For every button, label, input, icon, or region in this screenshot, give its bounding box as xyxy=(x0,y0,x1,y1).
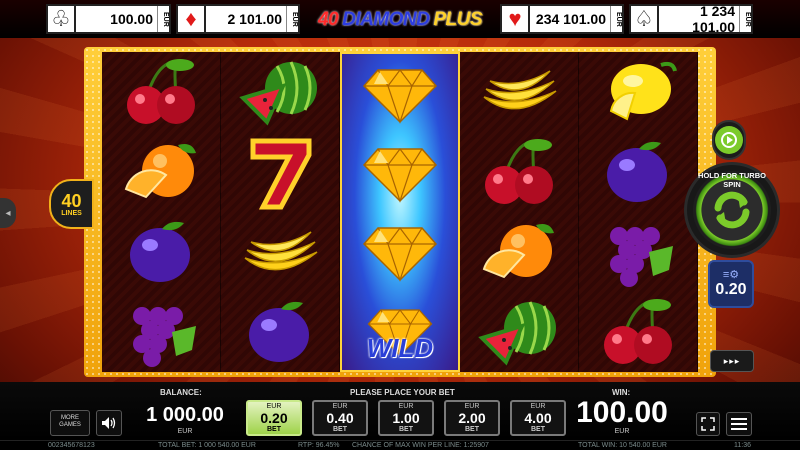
balance-value: 1 000.00 xyxy=(146,404,224,426)
lines-label: LINES xyxy=(61,209,82,217)
bet-label: BET xyxy=(531,425,545,433)
jackpot-hearts-value: 234 101.00 xyxy=(535,11,606,27)
diamonds-icon: ♦ xyxy=(178,6,206,32)
symbol-orange xyxy=(460,212,578,292)
menu-button[interactable] xyxy=(726,412,752,436)
bet-option-0.20[interactable]: EUR 0.20 BET xyxy=(246,400,302,436)
symbol-diamond xyxy=(342,54,457,133)
symbol-grapes xyxy=(579,212,697,292)
symbol-cherry xyxy=(579,292,697,372)
bet-label: BET xyxy=(333,425,347,433)
bet-option-0.40[interactable]: EUR 0.40 BET xyxy=(312,400,368,436)
sound-button[interactable] xyxy=(96,410,122,436)
wild-label: WILD xyxy=(366,333,434,363)
hamburger-icon xyxy=(731,418,747,420)
balance-currency: EUR xyxy=(177,428,193,435)
fast-forward-button[interactable]: ▸▸▸ xyxy=(710,350,754,372)
speaker-icon xyxy=(102,417,116,429)
clock: 11:36 xyxy=(734,442,751,449)
bet-selector: EUR 0.20 BET EUR 0.40 BET EUR 1.00 BET EUR 2.00 BET… xyxy=(246,400,566,436)
reel-2 xyxy=(221,52,341,372)
more-games-button[interactable]: MORE GAMES xyxy=(50,410,90,436)
symbol-banana xyxy=(460,52,578,132)
jackpot-clubs-value: 100.00 xyxy=(110,11,153,27)
bet-option-1.00[interactable]: EUR 1.00 BET xyxy=(378,400,434,436)
bet-label: BET xyxy=(399,425,413,433)
symbol-grapes xyxy=(102,292,220,372)
session-id: 002345678123 xyxy=(48,442,95,449)
reels-area: WILD xyxy=(102,52,698,372)
rtp: RTP: 96.45% xyxy=(298,442,340,449)
total-bet: TOTAL BET: 1 000 540.00 EUR xyxy=(158,442,256,449)
logo-plus: PLUS xyxy=(433,9,483,30)
jackpot-hearts: ♥ 234 101.00 EUR xyxy=(500,4,624,34)
more-games-label: MORE GAMES xyxy=(59,415,81,428)
clubs-icon: ♧ xyxy=(48,6,76,32)
bet-value: 0.20 xyxy=(260,409,288,426)
balance-label: BALANCE: xyxy=(160,388,202,397)
reel-1 xyxy=(102,52,222,372)
coins-gear-icon: ≡⚙ xyxy=(722,268,740,281)
fast-forward-icon: ▸▸▸ xyxy=(723,355,741,366)
bet-label: BET xyxy=(465,425,479,433)
jackpot-currency: EUR xyxy=(739,6,751,32)
symbol-cherry xyxy=(102,52,220,132)
bet-option-2.00[interactable]: EUR 2.00 BET xyxy=(444,400,500,436)
symbol-banana xyxy=(221,213,339,292)
bet-label: BET xyxy=(267,425,281,433)
max-win-chance: CHANCE OF MAX WIN PER LINE: 1:25907 xyxy=(352,442,489,449)
win-currency: EUR xyxy=(614,428,630,435)
symbol-plum xyxy=(102,212,220,292)
lines-badge: 40 LINES xyxy=(49,179,94,229)
jackpot-bar: ♧ 100.00 EUR ♦ 2 101.00 EUR 40 DIAMOND P… xyxy=(0,0,800,38)
logo-diamond: DIAMOND xyxy=(342,9,430,30)
symbol-wild: WILD xyxy=(342,291,457,370)
jackpot-diamonds: ♦ 2 101.00 EUR xyxy=(176,4,300,34)
logo-number: 40 xyxy=(317,9,339,30)
symbol-plum xyxy=(221,293,339,372)
arrow-left-icon: ◂ xyxy=(5,207,11,219)
status-bar: 002345678123 TOTAL BET: 1 000 540.00 EUR… xyxy=(0,440,800,450)
stake-value: 0.20 xyxy=(715,280,747,298)
jackpot-clubs: ♧ 100.00 EUR xyxy=(46,4,171,34)
symbol-watermelon xyxy=(221,52,339,131)
jackpot-spades: ♤ 1 234 101.00 EUR xyxy=(629,3,753,35)
game-logo: 40 DIAMOND PLUS xyxy=(300,4,500,36)
jackpot-currency: EUR xyxy=(286,6,298,32)
fullscreen-button[interactable] xyxy=(696,412,720,436)
spades-icon: ♤ xyxy=(631,6,659,32)
game-stage: ♧ 100.00 EUR ♦ 2 101.00 EUR 40 DIAMOND P… xyxy=(0,0,800,450)
turbo-label: HOLD FOR TURBO SPIN xyxy=(698,171,766,189)
reel-5 xyxy=(578,52,698,372)
jackpot-currency: EUR xyxy=(157,6,169,32)
bet-value: 2.00 xyxy=(458,409,486,426)
bet-value: 1.00 xyxy=(392,409,420,426)
jackpot-diamonds-value: 2 101.00 xyxy=(227,11,283,27)
jackpot-currency: EUR xyxy=(610,6,622,32)
hearts-icon: ♥ xyxy=(502,6,530,32)
bet-prompt: PLEASE PLACE YOUR BET xyxy=(350,388,455,397)
reel-3: WILD xyxy=(340,52,460,372)
symbol-seven xyxy=(221,131,339,213)
reel-4 xyxy=(459,52,579,372)
spin-button[interactable]: HOLD FOR TURBO SPIN xyxy=(684,162,780,258)
symbol-plum xyxy=(579,132,697,212)
bet-option-4.00[interactable]: EUR 4.00 BET xyxy=(510,400,566,436)
symbol-diamond xyxy=(342,133,457,212)
autoplay-icon xyxy=(715,126,743,154)
symbol-watermelon xyxy=(460,292,578,372)
fullscreen-icon xyxy=(701,417,715,431)
autoplay-button[interactable] xyxy=(712,120,746,160)
total-win: TOTAL WIN: 10 540.00 EUR xyxy=(578,442,667,449)
jackpot-spades-value: 1 234 101.00 xyxy=(692,3,735,35)
symbol-cherry xyxy=(460,132,578,212)
stake-button[interactable]: ≡⚙ 0.20 xyxy=(708,260,754,308)
bet-value: 0.40 xyxy=(326,409,354,426)
win-value: 100.00 xyxy=(576,396,668,429)
symbol-diamond xyxy=(342,212,457,291)
symbol-orange xyxy=(102,132,220,212)
lines-count: 40 xyxy=(61,190,82,211)
bet-value: 4.00 xyxy=(524,409,552,426)
symbol-lemon xyxy=(579,52,697,132)
